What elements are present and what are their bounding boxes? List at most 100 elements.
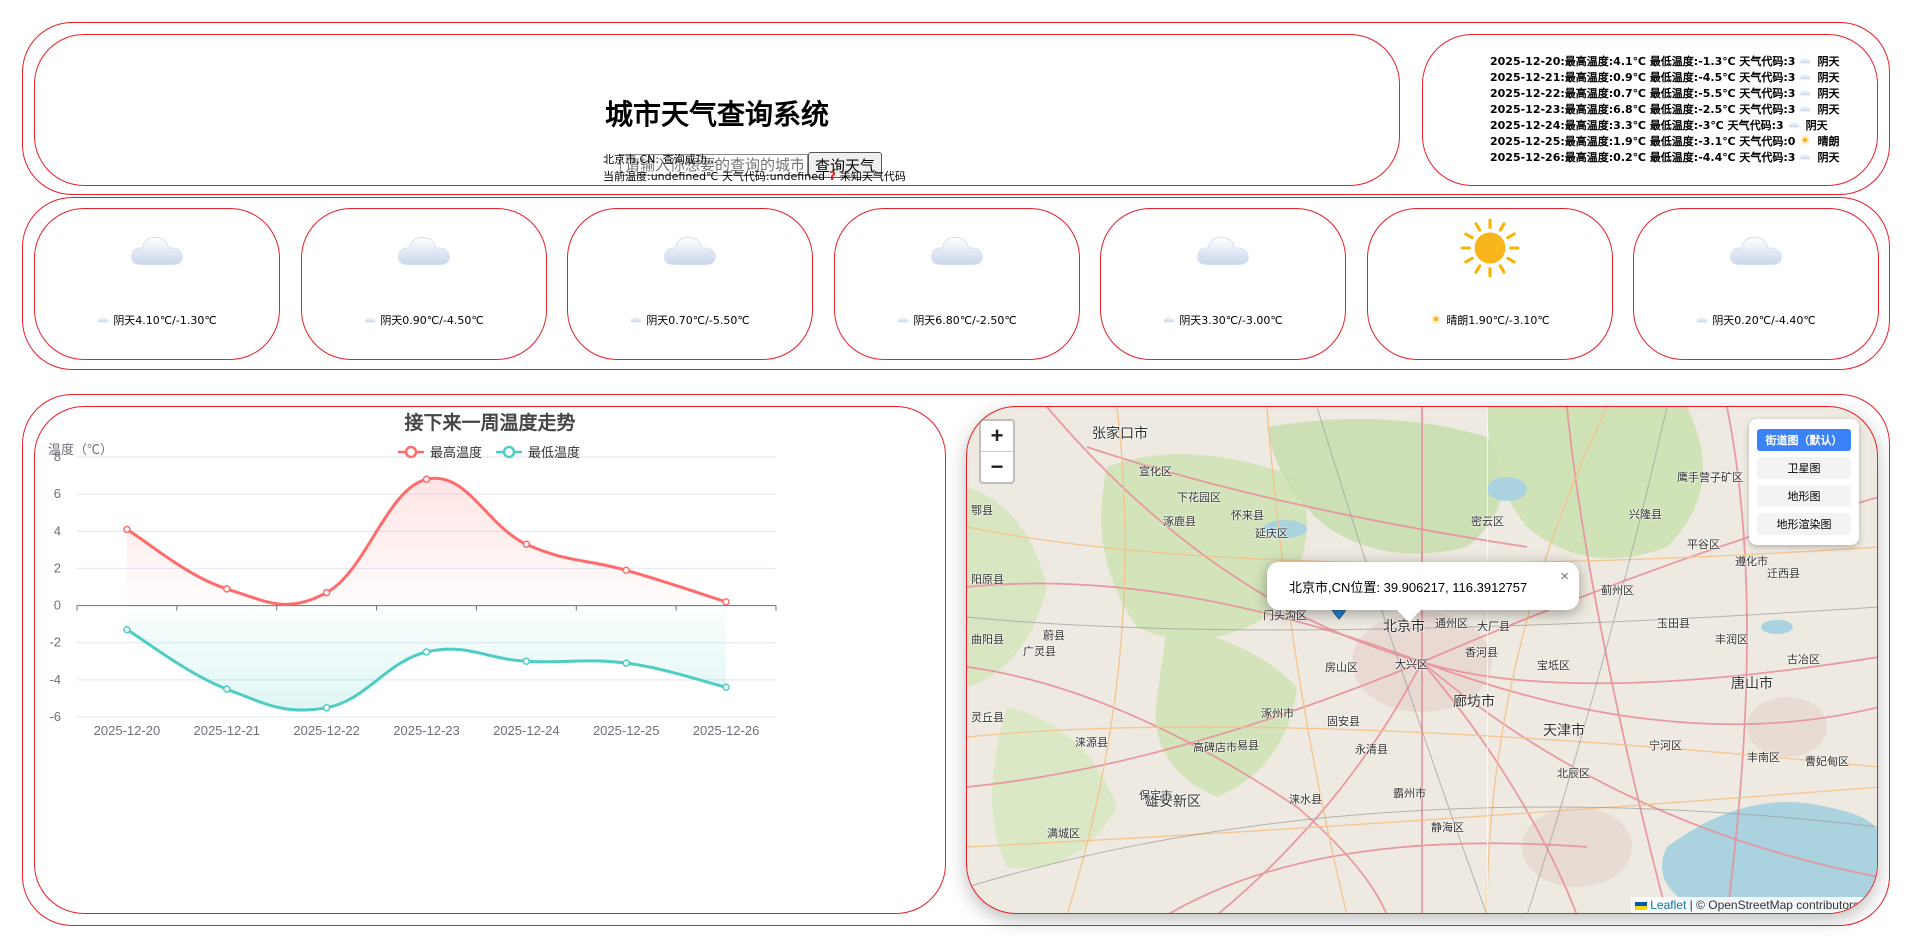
current-weather-desc: 未知天气代码 bbox=[839, 170, 906, 183]
map-place-label: 阳原县 bbox=[971, 573, 1004, 586]
map-place-label: 曲阳县 bbox=[971, 633, 1004, 646]
daily-card-text: 阴天3.30℃/-3.00℃ bbox=[1179, 314, 1283, 327]
map-place-label: 宁河区 bbox=[1649, 739, 1682, 752]
y-tick-label: 0 bbox=[54, 598, 61, 613]
y-axis-label: 温度（℃） bbox=[48, 442, 114, 457]
map-place-label: 大厂县 bbox=[1477, 620, 1510, 633]
daily-card-label: 晴朗1.90℃/-3.10℃ bbox=[1368, 312, 1612, 328]
map-place-label: 保定市 bbox=[1139, 789, 1172, 802]
daily-card: 晴朗1.90℃/-3.10℃ bbox=[1367, 208, 1613, 360]
map-place-label: 鹰手营子矿区 bbox=[1677, 471, 1743, 484]
data-point bbox=[123, 625, 131, 634]
cloud-icon bbox=[1163, 314, 1175, 327]
data-point bbox=[722, 683, 730, 692]
forecast-desc: 晴朗 bbox=[1817, 135, 1840, 148]
forecast-list: 2025-12-20:最高温度:4.1℃ 最低温度:-1.3℃ 天气代码:3 阴天… bbox=[1490, 54, 1839, 166]
forecast-list-item: 2025-12-25:最高温度:1.9℃ 最低温度:-3.1℃ 天气代码:0 晴朗 bbox=[1490, 134, 1839, 150]
cloud-icon bbox=[128, 229, 186, 274]
daily-card-label: 阴天4.10℃/-1.30℃ bbox=[35, 312, 279, 328]
map-place-label: 香河县 bbox=[1465, 646, 1498, 659]
series-area bbox=[126, 605, 727, 711]
chart-legend: 最高温度 最低温度 bbox=[398, 442, 580, 461]
legend-label: 最高温度 bbox=[430, 445, 483, 460]
map-place-label: 北辰区 bbox=[1557, 767, 1590, 780]
daily-card-label: 阴天3.30℃/-3.00℃ bbox=[1101, 312, 1345, 328]
map-place-label: 永清县 bbox=[1355, 743, 1388, 756]
current-weather-line: 当前温度:undefined℃ 天气代码:undefined ? 未知天气代码 bbox=[603, 168, 906, 184]
popup-close-button[interactable]: × bbox=[1560, 568, 1569, 585]
data-point bbox=[223, 585, 231, 593]
legend-item[interactable]: 最高温度 bbox=[398, 442, 482, 461]
cloud-icon bbox=[1194, 229, 1252, 274]
cloud-icon bbox=[1799, 70, 1811, 86]
daily-card-label: 阴天6.80℃/-2.50℃ bbox=[835, 312, 1079, 328]
daily-card-label: 阴天0.70℃/-5.50℃ bbox=[568, 312, 812, 328]
map-place-label: 宣化区 bbox=[1139, 465, 1172, 478]
search-panel: 城市天气查询系统 查询天气 北京市,CN: 查询成功... 当前温度:undef… bbox=[34, 34, 1400, 186]
data-point bbox=[422, 648, 431, 656]
popup-text: 北京市,CN位置: 39.906217, 116.3912757 bbox=[1289, 579, 1528, 595]
y-tick-label: 2 bbox=[54, 560, 61, 575]
map-place-label: 迁西县 bbox=[1767, 567, 1800, 580]
forecast-text: 2025-12-23:最高温度:6.8℃ 最低温度:-2.5℃ 天气代码:3 bbox=[1490, 103, 1796, 116]
x-tick-label: 2025-12-24 bbox=[493, 723, 560, 738]
forecast-list-item: 2025-12-23:最高温度:6.8℃ 最低温度:-2.5℃ 天气代码:3 阴天 bbox=[1490, 102, 1839, 118]
daily-card: 阴天6.80℃/-2.50℃ bbox=[834, 208, 1080, 360]
map-place-label: 静海区 bbox=[1431, 821, 1464, 834]
forecast-desc: 阴天 bbox=[1817, 151, 1840, 164]
layer-button[interactable]: 地形图 bbox=[1757, 485, 1851, 507]
leaflet-link[interactable]: Leaflet bbox=[1650, 898, 1686, 912]
forecast-list-item: 2025-12-26:最高温度:0.2℃ 最低温度:-4.4℃ 天气代码:3 阴天 bbox=[1490, 150, 1839, 166]
daily-card-text: 晴朗1.90℃/-3.10℃ bbox=[1446, 314, 1550, 327]
layer-button[interactable]: 街道图（默认） bbox=[1757, 429, 1851, 451]
current-weather-text: 当前温度:undefined℃ 天气代码:undefined bbox=[603, 170, 825, 183]
y-tick-label: -4 bbox=[49, 672, 61, 687]
map-panel[interactable]: 张家口市 宣化区 下花园区 怀来县 延庆区 涿鹿县 密云区 兴隆县 鹰手营子矿区 平谷区 遵化市 迁西… bbox=[966, 406, 1878, 914]
forecast-text: 2025-12-26:最高温度:0.2℃ 最低温度:-4.4℃ 天气代码:3 bbox=[1490, 151, 1796, 164]
legend-item[interactable]: 最低温度 bbox=[496, 442, 580, 461]
cloud-icon bbox=[1799, 54, 1811, 70]
daily-card: 阴天0.20℃/-4.40℃ bbox=[1633, 208, 1879, 360]
map-place-label: 天津市 bbox=[1543, 723, 1585, 739]
forecast-text: 2025-12-20:最高温度:4.1℃ 最低温度:-1.3℃ 天气代码:3 bbox=[1490, 55, 1796, 68]
sun-icon bbox=[1430, 313, 1442, 327]
cloud-icon bbox=[661, 229, 719, 274]
cloud-icon bbox=[928, 229, 986, 274]
forecast-desc: 阴天 bbox=[1817, 71, 1840, 84]
map-place-label: 密云区 bbox=[1471, 515, 1504, 528]
map-place-label: 玉田县 bbox=[1657, 617, 1690, 630]
daily-card: 阴天0.90℃/-4.50℃ bbox=[301, 208, 547, 360]
map-place-label: 满城区 bbox=[1047, 827, 1080, 840]
cloud-icon bbox=[97, 314, 109, 327]
legend-marker bbox=[496, 445, 523, 458]
daily-card-text: 阴天0.90℃/-4.50℃ bbox=[380, 314, 484, 327]
daily-card-label: 阴天0.20℃/-4.40℃ bbox=[1634, 312, 1878, 328]
map-place-label: 涞水县 bbox=[1289, 793, 1322, 806]
data-point bbox=[522, 657, 531, 666]
data-point bbox=[722, 598, 730, 606]
daily-card-text: 阴天6.80℃/-2.50℃ bbox=[913, 314, 1017, 327]
zoom-control: + − bbox=[979, 419, 1015, 484]
y-tick-label: 6 bbox=[54, 486, 61, 501]
layer-button[interactable]: 地形渲染图 bbox=[1757, 513, 1851, 535]
zoom-in-button[interactable]: + bbox=[981, 421, 1013, 451]
zoom-out-button[interactable]: − bbox=[981, 451, 1013, 482]
forecast-desc: 阴天 bbox=[1805, 119, 1828, 132]
daily-card: 阴天3.30℃/-3.00℃ bbox=[1100, 208, 1346, 360]
map-place-label: 涿州市 bbox=[1261, 707, 1294, 720]
data-point bbox=[223, 685, 231, 693]
data-point bbox=[622, 566, 630, 575]
layer-button[interactable]: 卫星图 bbox=[1757, 457, 1851, 479]
cloud-icon bbox=[1799, 86, 1811, 102]
cloud-icon bbox=[364, 314, 376, 327]
map-place-label: 下花园区 bbox=[1177, 491, 1221, 504]
location-popup: 北京市,CN位置: 39.906217, 116.3912757 × bbox=[1267, 562, 1579, 622]
map-place-label: 廊坊市 bbox=[1453, 694, 1495, 710]
daily-card-label: 阴天0.90℃/-4.50℃ bbox=[302, 312, 546, 328]
map-place-label: 灵丘县 bbox=[971, 711, 1004, 724]
x-tick-label: 2025-12-22 bbox=[293, 723, 360, 738]
map-place-label: 涿鹿县 bbox=[1163, 515, 1196, 528]
forecast-text: 2025-12-21:最高温度:0.9℃ 最低温度:-4.5℃ 天气代码:3 bbox=[1490, 71, 1796, 84]
map-place-label: 张家口市 bbox=[1092, 426, 1148, 442]
osm-attribution: | © OpenStreetMap contributors bbox=[1686, 898, 1859, 912]
